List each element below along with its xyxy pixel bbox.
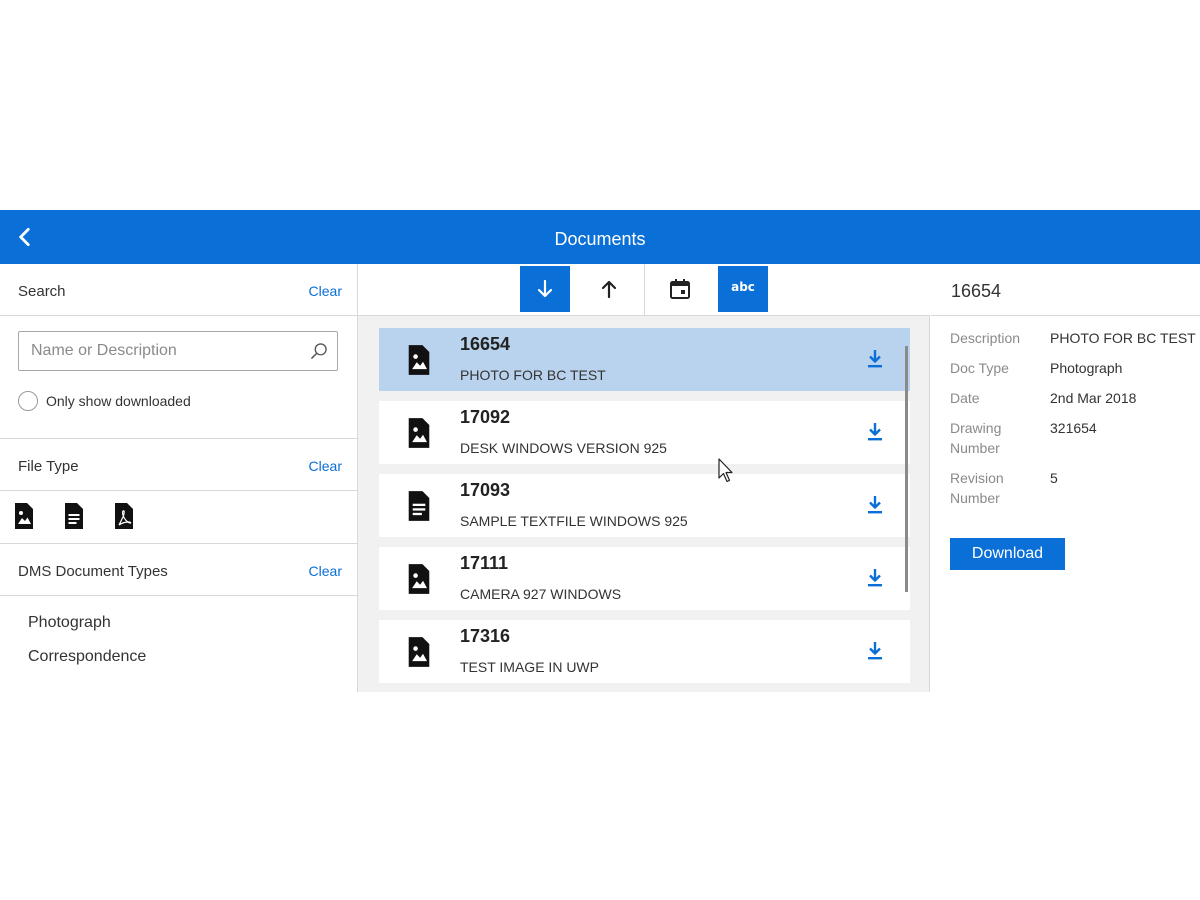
document-number: 17093 — [460, 480, 511, 500]
search-label: Search — [18, 283, 66, 300]
dms-clear-button[interactable]: Clear — [309, 563, 342, 579]
document-list-panel: abc 16654 PHOTO FOR BC TEST 17092 DESK W… — [358, 264, 930, 692]
document-number: 17092 — [460, 407, 511, 427]
search-input[interactable] — [31, 340, 301, 362]
download-icon[interactable] — [865, 348, 885, 370]
sort-by-date-button[interactable] — [655, 266, 705, 312]
only-downloaded-radio[interactable] — [18, 391, 38, 411]
detail-value-revision-number: 5 — [1050, 470, 1058, 486]
detail-value-drawing-number: 321654 — [1050, 420, 1097, 436]
download-icon[interactable] — [865, 640, 885, 662]
text-file-icon — [408, 491, 430, 521]
file-type-section-header: File Type Clear — [0, 439, 358, 491]
detail-label-description: Description — [950, 330, 1021, 346]
list-scrollbar[interactable] — [905, 346, 908, 592]
document-description: TEST IMAGE IN UWP — [460, 659, 599, 675]
dms-type-photograph[interactable]: Photograph — [28, 614, 111, 632]
document-description: PHOTO FOR BC TEST — [460, 367, 606, 383]
detail-label-doc-type: Doc Type — [950, 360, 1009, 376]
sort-toolbar: abc — [358, 264, 930, 316]
document-row[interactable]: 17111 CAMERA 927 WINDOWS — [379, 547, 910, 610]
back-button[interactable] — [12, 224, 38, 250]
download-icon[interactable] — [865, 494, 885, 516]
dms-section-header: DMS Document Types Clear — [0, 544, 358, 596]
image-file-icon[interactable] — [12, 502, 36, 530]
document-description: SAMPLE TEXTFILE WINDOWS 925 — [460, 513, 688, 529]
search-section-header: Search Clear — [0, 264, 358, 316]
detail-label-drawing-number: Drawing Number — [950, 420, 1002, 456]
dms-types-label: DMS Document Types — [18, 563, 168, 580]
search-box — [18, 331, 338, 371]
arrow-down-icon — [537, 279, 553, 298]
pdf-file-icon[interactable] — [112, 502, 136, 530]
image-file-icon — [408, 418, 430, 448]
search-icon[interactable] — [309, 341, 329, 361]
search-clear-button[interactable]: Clear — [309, 283, 342, 299]
file-type-clear-button[interactable]: Clear — [309, 458, 342, 474]
text-file-icon[interactable] — [62, 502, 86, 530]
sort-alphabetical-button[interactable]: abc — [718, 266, 768, 312]
document-description: CAMERA 927 WINDOWS — [460, 586, 622, 602]
detail-label-date: Date — [950, 390, 980, 406]
only-downloaded-label: Only show downloaded — [46, 393, 191, 409]
download-icon[interactable] — [865, 567, 885, 589]
header-bar: Documents — [0, 210, 1200, 264]
document-description: DESK WINDOWS VERSION 925 — [460, 440, 667, 456]
detail-panel: 16654 Description PHOTO FOR BC TEST Doc … — [931, 264, 1200, 692]
page-title: Documents — [554, 229, 646, 249]
document-row[interactable]: 17092 DESK WINDOWS VERSION 925 — [379, 401, 910, 464]
image-file-icon — [408, 564, 430, 594]
download-icon[interactable] — [865, 421, 885, 443]
mouse-cursor-icon — [718, 458, 733, 483]
image-file-icon — [408, 345, 430, 375]
document-number: 17111 — [460, 553, 509, 573]
detail-label-revision-number: Revision Number — [950, 470, 1004, 506]
detail-title: 16654 — [951, 281, 1002, 301]
document-number: 17316 — [460, 626, 511, 646]
document-number: 16654 — [460, 334, 511, 354]
detail-value-doc-type: Photograph — [1050, 360, 1123, 376]
image-file-icon — [408, 637, 430, 667]
abc-icon: abc — [731, 280, 755, 294]
download-button[interactable]: Download — [950, 538, 1065, 570]
document-row[interactable]: 16654 PHOTO FOR BC TEST — [379, 328, 910, 391]
chevron-left-icon — [19, 228, 30, 246]
documents-app: Documents Search Clear Only show downloa… — [0, 210, 1200, 692]
document-row[interactable]: 17093 SAMPLE TEXTFILE WINDOWS 925 — [379, 474, 910, 537]
dms-type-correspondence[interactable]: Correspondence — [28, 648, 146, 666]
document-row[interactable]: 17316 TEST IMAGE IN UWP — [379, 620, 910, 683]
arrow-up-icon — [601, 280, 617, 299]
sort-ascending-button[interactable] — [584, 266, 634, 312]
file-type-label: File Type — [18, 458, 79, 475]
detail-value-date: 2nd Mar 2018 — [1050, 390, 1137, 406]
toolbar-separator — [644, 264, 645, 316]
calendar-icon — [670, 279, 690, 299]
detail-header: 16654 — [931, 264, 1200, 316]
sort-descending-button[interactable] — [520, 266, 570, 312]
detail-value-description: PHOTO FOR BC TEST — [1050, 330, 1196, 346]
filter-panel: Search Clear Only show downloaded File T… — [0, 264, 358, 692]
